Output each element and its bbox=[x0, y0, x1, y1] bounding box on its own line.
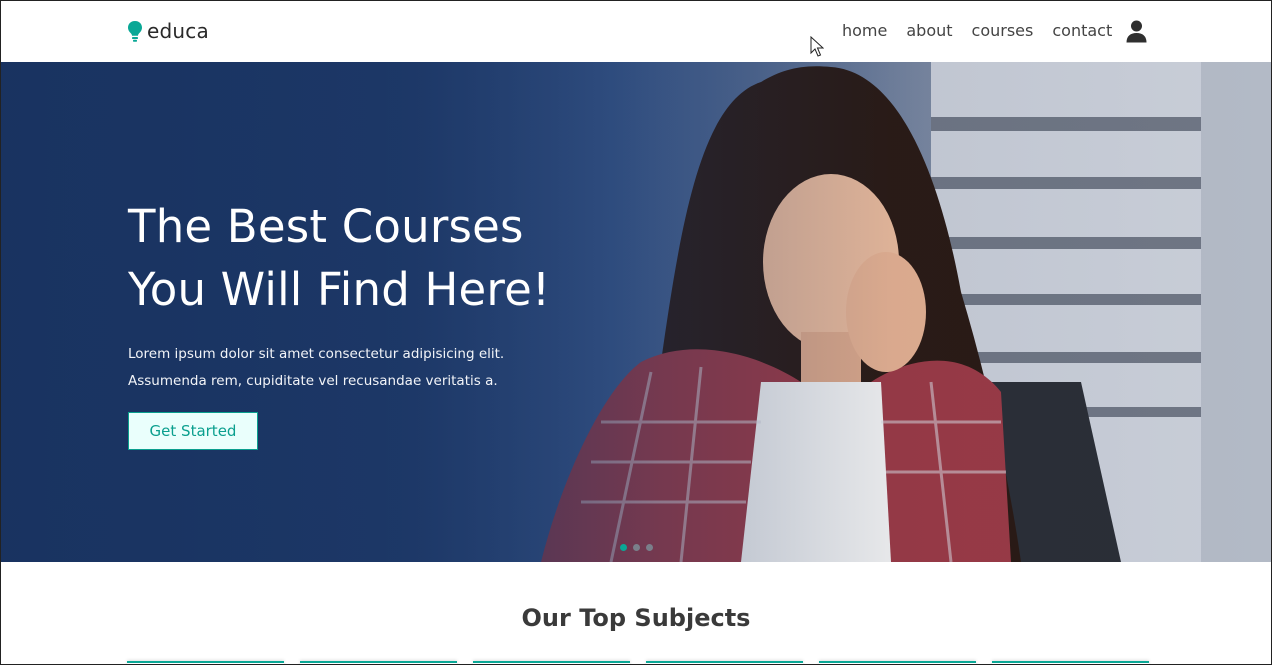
slider-dots bbox=[620, 544, 653, 551]
user-icon[interactable] bbox=[1126, 20, 1147, 43]
lightbulb-icon bbox=[128, 20, 142, 42]
slider-dot-3[interactable] bbox=[646, 544, 653, 551]
section-title-subjects: Our Top Subjects bbox=[521, 604, 751, 632]
main-nav: home about courses contact bbox=[842, 21, 1112, 40]
mouse-cursor-icon bbox=[810, 36, 824, 57]
slider-dot-1[interactable] bbox=[620, 544, 627, 551]
logo[interactable]: educa bbox=[127, 19, 209, 43]
nav-courses[interactable]: courses bbox=[972, 21, 1034, 40]
hero-content: The Best Courses You Will Find Here! Lor… bbox=[128, 195, 568, 450]
get-started-button[interactable]: Get Started bbox=[128, 412, 258, 450]
subject-card[interactable] bbox=[819, 661, 976, 665]
subject-card[interactable] bbox=[992, 661, 1149, 665]
subject-cards bbox=[127, 661, 1149, 665]
nav-contact[interactable]: contact bbox=[1052, 21, 1112, 40]
hero-description: Lorem ipsum dolor sit amet consectetur a… bbox=[128, 346, 505, 389]
hero-title: The Best Courses You Will Find Here! bbox=[128, 195, 568, 321]
subject-card[interactable] bbox=[300, 661, 457, 665]
slider-dot-2[interactable] bbox=[633, 544, 640, 551]
subject-card[interactable] bbox=[127, 661, 284, 665]
nav-home[interactable]: home bbox=[842, 21, 887, 40]
hero-title-line-1: The Best Courses bbox=[128, 200, 524, 253]
logo-text: educa bbox=[147, 19, 209, 43]
subject-card[interactable] bbox=[473, 661, 630, 665]
hero-banner: The Best Courses You Will Find Here! Lor… bbox=[1, 62, 1272, 562]
site-header: educa home about courses contact bbox=[0, 0, 1272, 62]
subject-card[interactable] bbox=[646, 661, 803, 665]
nav-about[interactable]: about bbox=[906, 21, 952, 40]
hero-title-line-2: You Will Find Here! bbox=[128, 263, 551, 316]
